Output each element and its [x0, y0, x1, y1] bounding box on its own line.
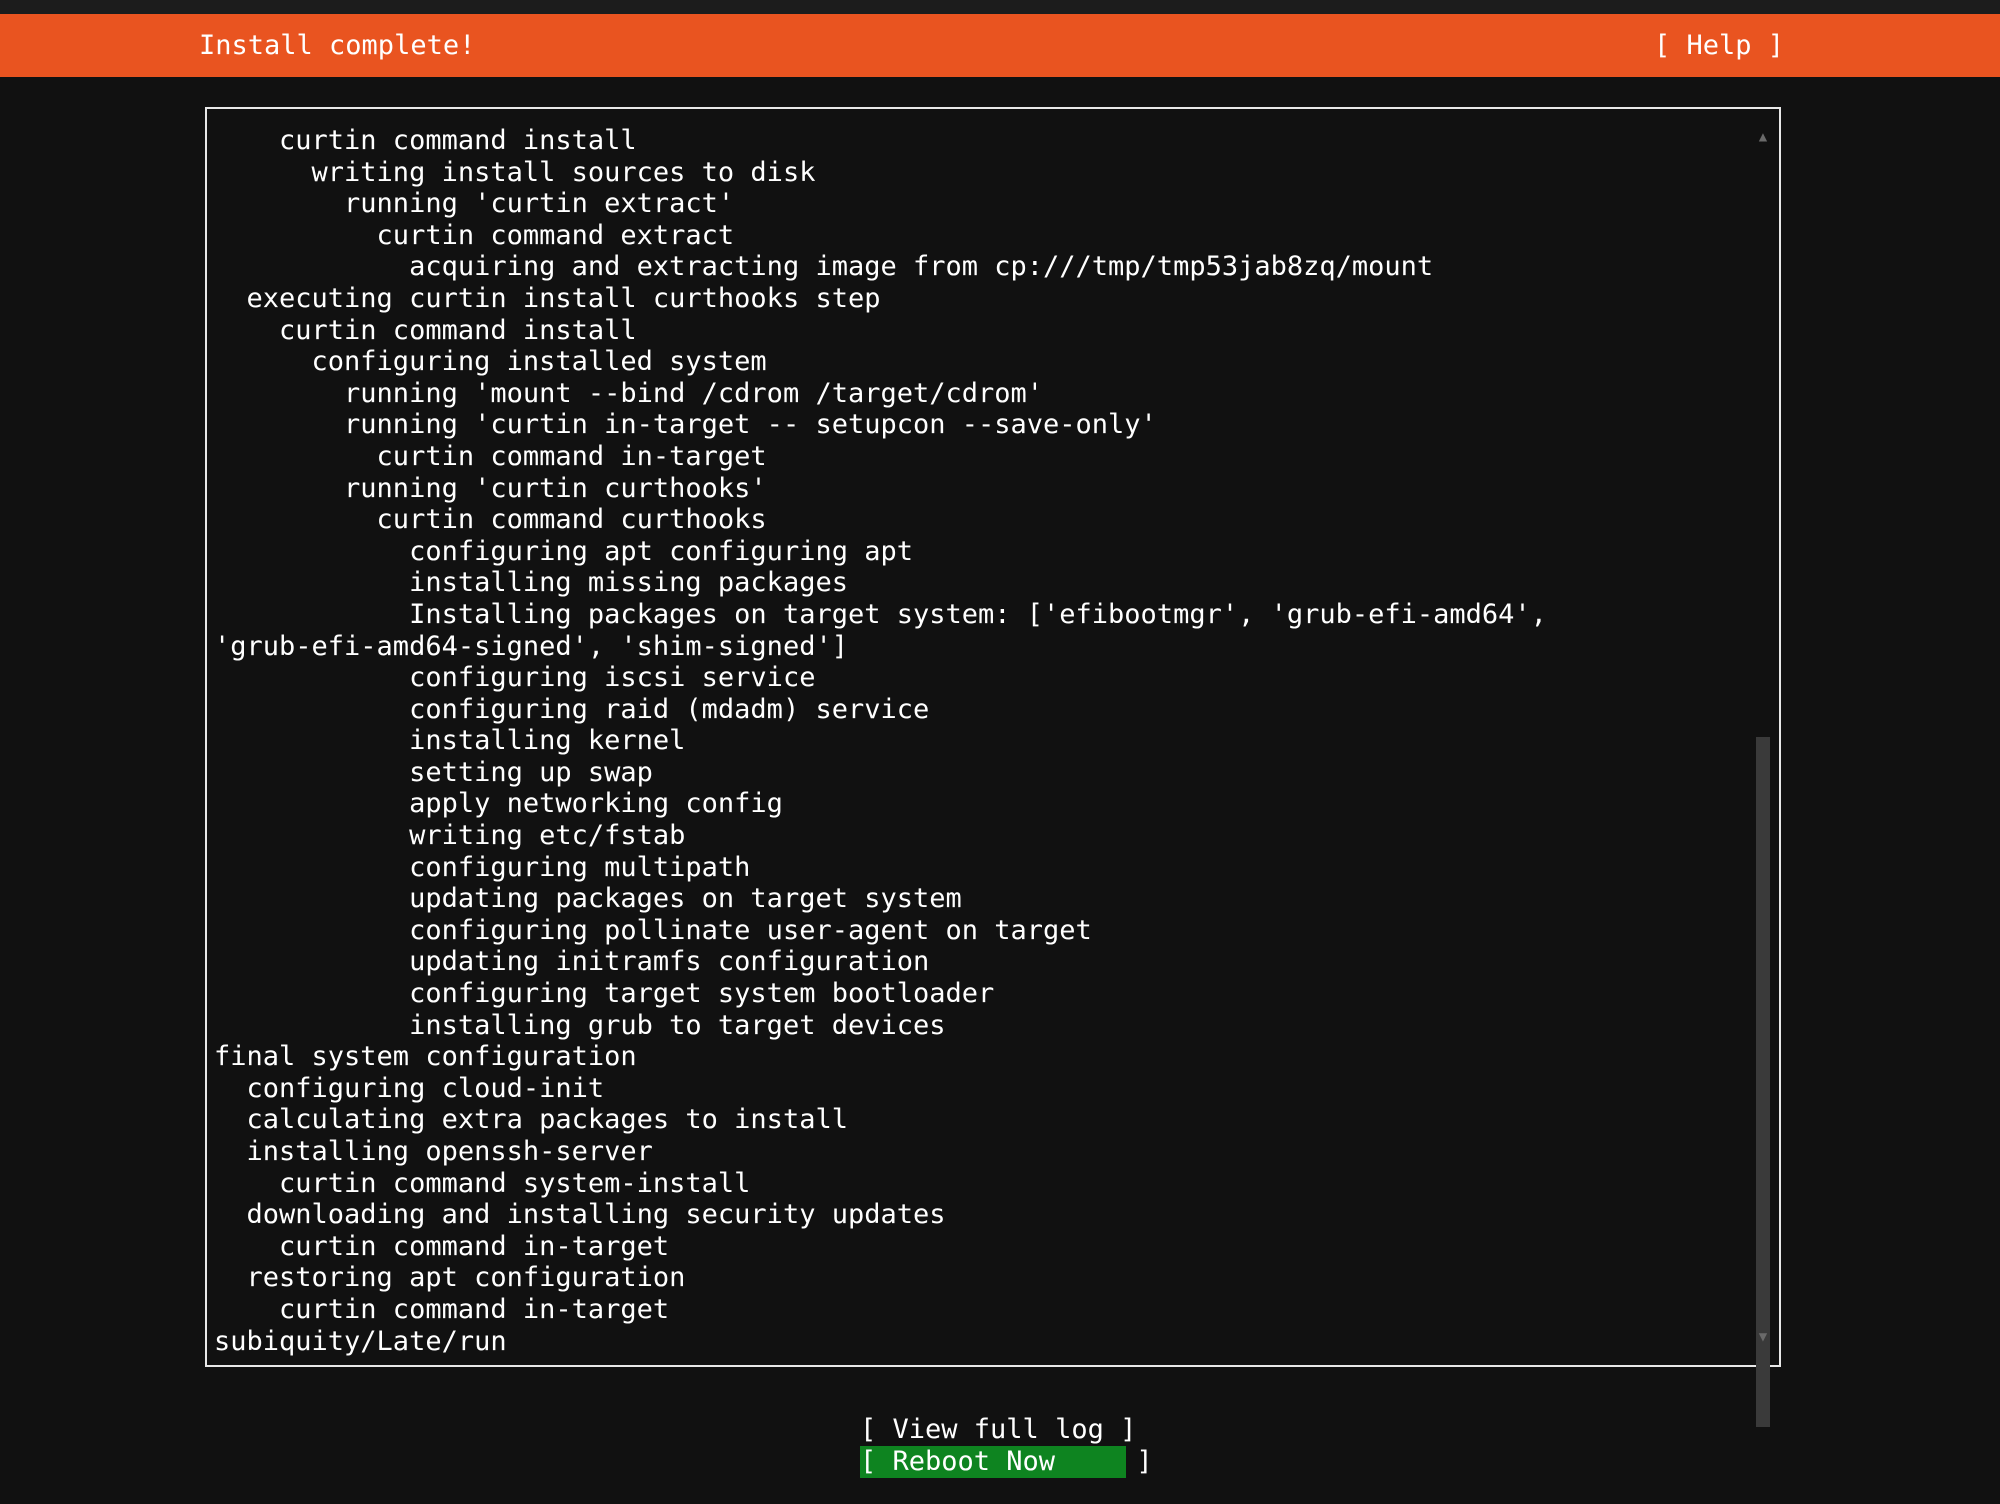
- log-line: configuring apt configuring apt: [214, 535, 913, 567]
- log-line: configuring raid (mdadm) service: [214, 693, 930, 725]
- install-log-lines: curtin command install writing install s…: [214, 125, 1754, 1357]
- log-line: final system configuration: [214, 1041, 637, 1073]
- reboot-now-button[interactable]: [ Reboot Now ]: [860, 1446, 1153, 1478]
- log-line: running 'curtin extract': [214, 188, 735, 220]
- log-line: configuring multipath: [214, 851, 751, 883]
- log-line: installing missing packages: [214, 567, 848, 599]
- log-line: configuring target system bootloader: [214, 978, 995, 1010]
- log-line: restoring apt configuration: [214, 1262, 686, 1294]
- log-scrollbar[interactable]: ▲ ▼: [1755, 129, 1771, 1427]
- log-line: executing curtin install curthooks step: [214, 282, 881, 314]
- scroll-down-icon[interactable]: ▼: [1755, 1329, 1771, 1345]
- log-line: Installing packages on target system: ['…: [214, 598, 1547, 630]
- log-line: writing install sources to disk: [214, 156, 816, 188]
- install-log-panel[interactable]: curtin command install writing install s…: [205, 107, 1781, 1427]
- top-strip: [0, 0, 2000, 14]
- view-full-log-button[interactable]: [ View full log ]: [860, 1414, 1136, 1446]
- title-bar: Install complete! [ Help ]: [0, 14, 2000, 77]
- log-line: downloading and installing security upda…: [214, 1199, 946, 1231]
- log-line: subiquity/Late/run: [214, 1325, 507, 1357]
- log-line: curtin command install: [214, 314, 637, 346]
- log-line: apply networking config: [214, 788, 783, 820]
- log-line: updating initramfs configuration: [214, 946, 930, 978]
- log-line: acquiring and extracting image from cp:/…: [214, 251, 1434, 283]
- log-line: configuring iscsi service: [214, 662, 816, 694]
- scroll-up-icon[interactable]: ▲: [1755, 129, 1771, 145]
- log-line: setting up swap: [214, 756, 653, 788]
- log-line: curtin command in-target: [214, 440, 767, 472]
- log-line: 'grub-efi-amd64-signed', 'shim-signed']: [214, 630, 848, 662]
- log-line: installing kernel: [214, 725, 686, 757]
- log-line: configuring installed system: [214, 346, 767, 378]
- log-line: configuring pollinate user-agent on targ…: [214, 914, 1092, 946]
- page-title: Install complete!: [199, 30, 476, 61]
- log-line: running 'mount --bind /cdrom /target/cdr…: [214, 377, 1044, 409]
- log-line: curtin command in-target: [214, 1293, 670, 1325]
- log-line: curtin command install: [214, 125, 637, 156]
- log-line: curtin command system-install: [214, 1167, 751, 1199]
- log-line: writing etc/fstab: [214, 820, 686, 852]
- log-line: curtin command in-target: [214, 1230, 670, 1262]
- log-line: updating packages on target system: [214, 883, 962, 915]
- log-line: running 'curtin in-target -- setupcon --…: [214, 409, 1157, 441]
- log-line: calculating extra packages to install: [214, 1104, 848, 1136]
- log-line: installing grub to target devices: [214, 1009, 946, 1041]
- log-line: curtin command extract: [214, 219, 735, 251]
- log-line: installing openssh-server: [214, 1136, 653, 1167]
- log-line: curtin command curthooks: [214, 504, 767, 536]
- log-line: configuring cloud-init: [214, 1072, 605, 1104]
- help-button[interactable]: [ Help ]: [1654, 28, 1784, 64]
- scroll-thumb[interactable]: [1756, 737, 1770, 1427]
- log-line: running 'curtin curthooks': [214, 472, 767, 504]
